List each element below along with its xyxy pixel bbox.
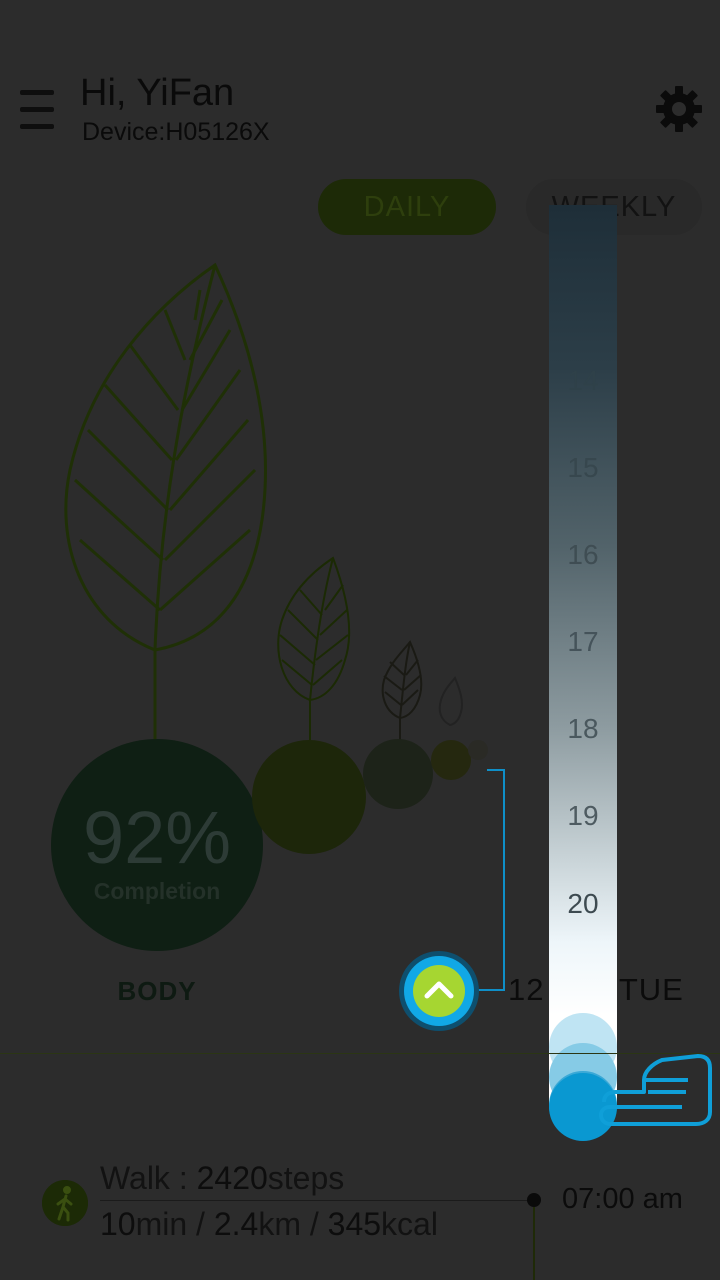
activity-underline	[100, 1200, 534, 1201]
date-tick[interactable]: 20	[549, 888, 617, 920]
tab-daily[interactable]: DAILY	[318, 179, 496, 235]
date-tick[interactable]: 17	[549, 626, 617, 658]
gear-icon[interactable]	[654, 84, 704, 134]
activity-details: 10min / 2.4km / 345kcal	[100, 1206, 438, 1242]
divider	[0, 1053, 720, 1054]
date-ruler[interactable]: 14 15 16 17 18 19 20	[549, 205, 617, 1141]
pointing-hand-icon	[599, 1054, 712, 1126]
scroll-up-button[interactable]	[398, 950, 480, 1032]
date-tick[interactable]: 18	[549, 713, 617, 745]
date-tick[interactable]: 16	[549, 539, 617, 571]
activity-title: Walk : 2420steps	[100, 1160, 345, 1196]
activity-time: 07:00 am	[562, 1183, 683, 1215]
date-tick[interactable]: 15	[549, 452, 617, 484]
timeline-line	[533, 1207, 535, 1280]
category-label: BODY	[117, 976, 197, 1006]
walking-person-icon	[42, 1180, 88, 1226]
hamburger-menu-icon[interactable]	[20, 90, 54, 130]
greeting-title: Hi, YiFan	[80, 72, 235, 114]
device-id: Device:H05126X	[82, 118, 270, 146]
date-tick[interactable]: 19	[549, 800, 617, 832]
completion-percent: 92%	[82, 796, 232, 879]
date-tick[interactable]: 14	[549, 365, 617, 397]
timeline-dot	[527, 1193, 541, 1207]
completion-label: Completion	[93, 878, 221, 904]
